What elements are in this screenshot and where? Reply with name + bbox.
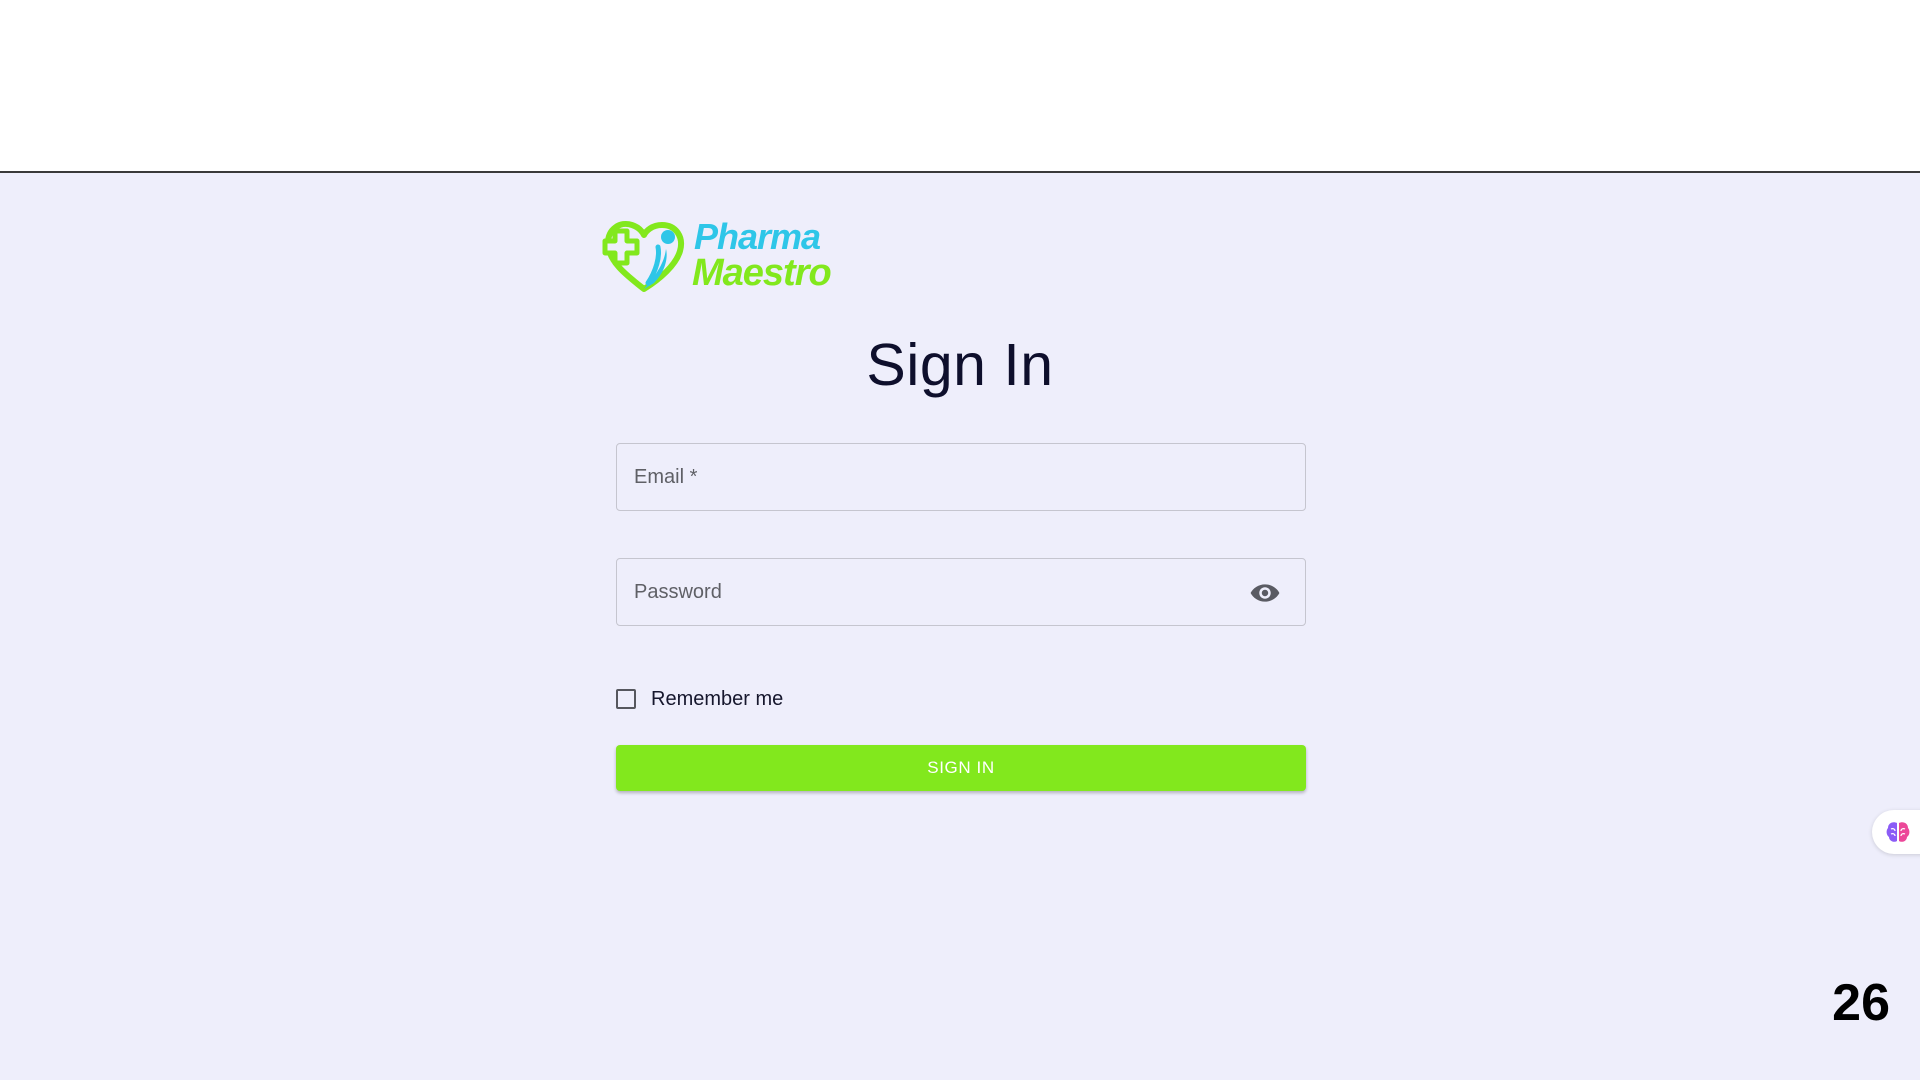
eye-icon[interactable] xyxy=(1249,577,1281,609)
remember-me-label[interactable]: Remember me xyxy=(651,688,783,711)
remember-me-checkbox[interactable] xyxy=(616,689,636,709)
sign-in-button[interactable]: SIGN IN xyxy=(616,745,1306,791)
signin-page: Pharma Maestro Sign In Remember me SIGN … xyxy=(0,173,1920,1080)
email-field-container xyxy=(616,443,1306,511)
pharma-maestro-logo: Pharma Maestro xyxy=(596,213,856,295)
slide-number: 26 xyxy=(1832,974,1890,1032)
remember-me-row: Remember me xyxy=(616,686,783,712)
page-title: Sign In xyxy=(866,332,1054,398)
floating-assistant-widget[interactable] xyxy=(1872,810,1920,854)
top-blank-band xyxy=(0,0,1920,171)
brand-name-line2: Maestro xyxy=(692,252,831,294)
password-field[interactable] xyxy=(617,559,1305,625)
password-field-container xyxy=(616,558,1306,626)
email-field[interactable] xyxy=(617,444,1305,510)
brand-name-line1: Pharma xyxy=(694,216,820,257)
